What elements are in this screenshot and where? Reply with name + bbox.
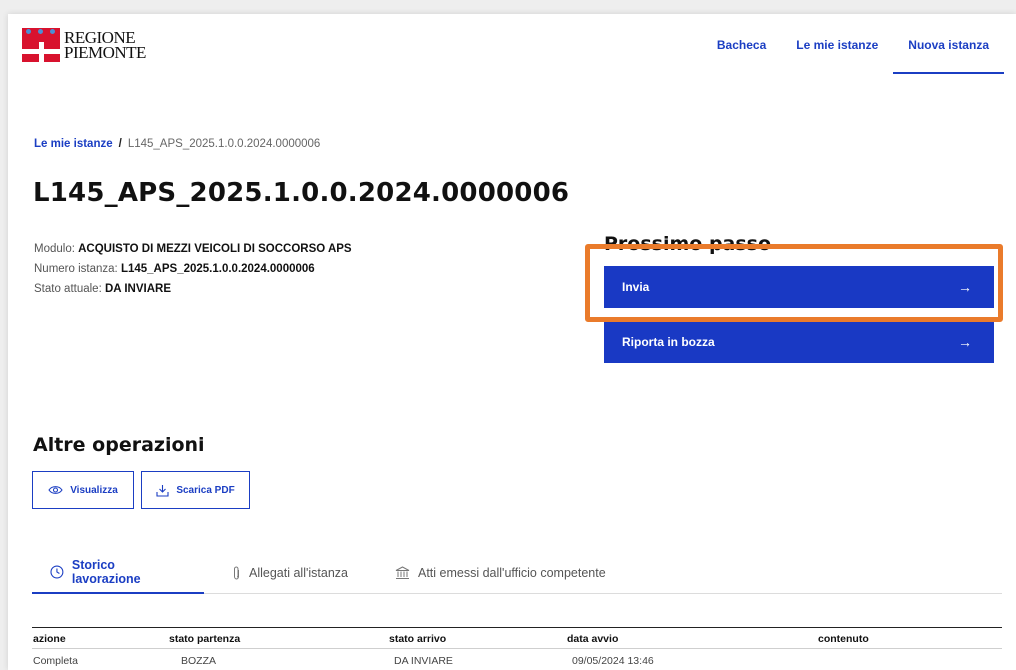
eye-icon (48, 486, 63, 494)
arrow-right-icon: → (958, 334, 972, 350)
nav-nuova-istanza[interactable]: Nuova istanza (893, 38, 1004, 74)
column-header[interactable]: data avvio (567, 633, 618, 645)
info-modulo: Modulo: ACQUISTO DI MEZZI VEICOLI DI SOC… (34, 243, 352, 255)
visualizza-label: Visualizza (70, 484, 118, 496)
table-header: azione stato partenza stato arrivo data … (32, 627, 1002, 649)
tab-allegati-istanza[interactable]: Allegati all'istanza (214, 552, 366, 594)
scarica-pdf-label: Scarica PDF (176, 484, 235, 496)
table-cell: Completa (33, 655, 78, 667)
invia-button[interactable]: Invia → (604, 266, 994, 308)
info-stato-attuale: Stato attuale: DA INVIARE (34, 283, 172, 295)
paperclip-icon (234, 566, 239, 580)
other-operations-title: Altre operazioni (33, 434, 205, 456)
invia-label: Invia (622, 280, 650, 294)
column-header[interactable]: stato arrivo (389, 633, 446, 645)
coat-of-arms-icon (22, 28, 60, 62)
breadcrumb-link-le-mie-istanze[interactable]: Le mie istanze (34, 138, 113, 150)
riporta-in-bozza-label: Riporta in bozza (622, 335, 715, 349)
scarica-pdf-button[interactable]: Scarica PDF (141, 471, 250, 509)
table-cell: DA INVIARE (394, 655, 453, 667)
tab-atti-emessi[interactable]: Atti emessi dall'ufficio competente (377, 552, 624, 594)
tab-storico-lavorazione[interactable]: Storico lavorazione (32, 552, 204, 594)
info-numero-istanza: Numero istanza: L145_APS_2025.1.0.0.2024… (34, 263, 315, 275)
nav-bacheca[interactable]: Bacheca (702, 38, 781, 74)
top-navigation: Bacheca Le mie istanze Nuova istanza (702, 38, 1004, 74)
next-step-title: Prossimo passo (604, 233, 772, 255)
column-header[interactable]: azione (33, 633, 66, 645)
clock-icon (50, 565, 64, 579)
column-header[interactable]: contenuto (818, 633, 869, 645)
page: REGIONE PIEMONTE Bacheca Le mie istanze … (8, 14, 1016, 670)
visualizza-button[interactable]: Visualizza (32, 471, 134, 509)
riporta-in-bozza-button[interactable]: Riporta in bozza → (604, 321, 994, 363)
column-header[interactable]: stato partenza (169, 633, 240, 645)
download-icon (156, 484, 169, 497)
breadcrumb-current: L145_APS_2025.1.0.0.2024.0000006 (127, 138, 321, 150)
table-row: Completa BOZZA DA INVIARE 09/05/2024 13:… (32, 650, 1002, 670)
table-cell: 09/05/2024 13:46 (572, 655, 654, 667)
table-cell: BOZZA (181, 655, 217, 667)
tabs: Storico lavorazione Allegati all'istanza… (32, 552, 1002, 594)
regione-piemonte-logo[interactable]: REGIONE PIEMONTE (22, 28, 146, 62)
nav-le-mie-istanze[interactable]: Le mie istanze (781, 38, 893, 74)
breadcrumb-separator: / (118, 138, 122, 150)
bank-icon (395, 566, 410, 579)
instance-info: Modulo: ACQUISTO DI MEZZI VEICOLI DI SOC… (34, 239, 352, 299)
logo-text: REGIONE PIEMONTE (64, 28, 146, 62)
page-title: L145_APS_2025.1.0.0.2024.0000006 (33, 178, 570, 208)
breadcrumb: Le mie istanze / L145_APS_2025.1.0.0.2024.… (34, 138, 320, 150)
arrow-right-icon: → (958, 279, 972, 295)
